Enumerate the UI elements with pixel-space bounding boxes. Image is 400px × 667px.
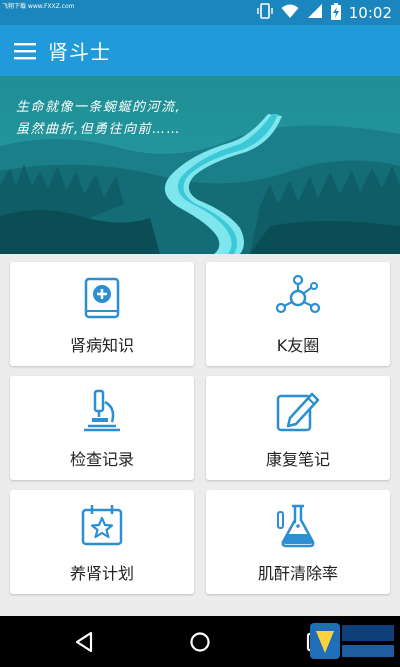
tile-exam-records[interactable]: 检查记录 xyxy=(10,376,194,480)
status-corner-text: 飞翔下载 www.FXXZ.com xyxy=(2,3,75,10)
microscope-icon xyxy=(84,389,120,432)
banner-quote-line-1: 生命就像一条蜿蜒的河流, xyxy=(16,100,182,115)
book-plus-icon xyxy=(84,277,120,319)
menu-button[interactable] xyxy=(2,25,48,76)
tile-recovery-notes[interactable]: 康复笔记 xyxy=(206,376,390,480)
tile-label: K友圈 xyxy=(276,336,320,355)
tile-creatinine-clearance[interactable]: 肌酐清除率 xyxy=(206,490,390,594)
feature-grid: 肾病知识 K友圈 检查记录 康复笔记 养肾计划 肌酐清除率 xyxy=(10,262,390,594)
tile-kidney-knowledge[interactable]: 肾病知识 xyxy=(10,262,194,366)
status-bar: 飞翔下载 www.FXXZ.com 10:02 xyxy=(0,0,400,25)
back-button[interactable] xyxy=(54,616,114,667)
banner-quote-line-2: 虽然曲折,但勇往向前…… xyxy=(16,122,182,137)
tile-label: 检查记录 xyxy=(69,450,134,469)
tile-label: 养肾计划 xyxy=(69,564,134,583)
watermark-logo xyxy=(310,619,396,663)
home-circle-icon xyxy=(190,631,210,652)
network-icon xyxy=(275,274,321,314)
vibrate-icon xyxy=(257,3,273,23)
pencil-note-icon xyxy=(276,392,320,432)
home-button[interactable] xyxy=(170,616,230,667)
tile-label: 肾病知识 xyxy=(69,336,134,355)
status-icons: 10:02 xyxy=(257,2,392,24)
app-title: 肾斗士 xyxy=(48,40,111,64)
calendar-star-icon xyxy=(81,505,123,546)
app-bar: 肾斗士 xyxy=(0,25,400,76)
signal-icon xyxy=(307,3,323,23)
tile-label: 康复笔记 xyxy=(265,450,330,469)
clock-text: 10:02 xyxy=(348,4,392,22)
tile-k-friends[interactable]: K友圈 xyxy=(206,262,390,366)
hamburger-menu-icon xyxy=(14,42,36,59)
back-triangle-icon xyxy=(75,631,93,652)
battery-charging-icon xyxy=(330,2,341,24)
system-nav-bar xyxy=(0,616,400,667)
tile-kidney-care-plan[interactable]: 养肾计划 xyxy=(10,490,194,594)
banner-image: 生命就像一条蜿蜒的河流, 虽然曲折,但勇往向前…… xyxy=(0,76,400,254)
flask-icon xyxy=(277,504,315,548)
wifi-icon xyxy=(281,3,299,23)
tile-label: 肌酐清除率 xyxy=(257,564,338,583)
